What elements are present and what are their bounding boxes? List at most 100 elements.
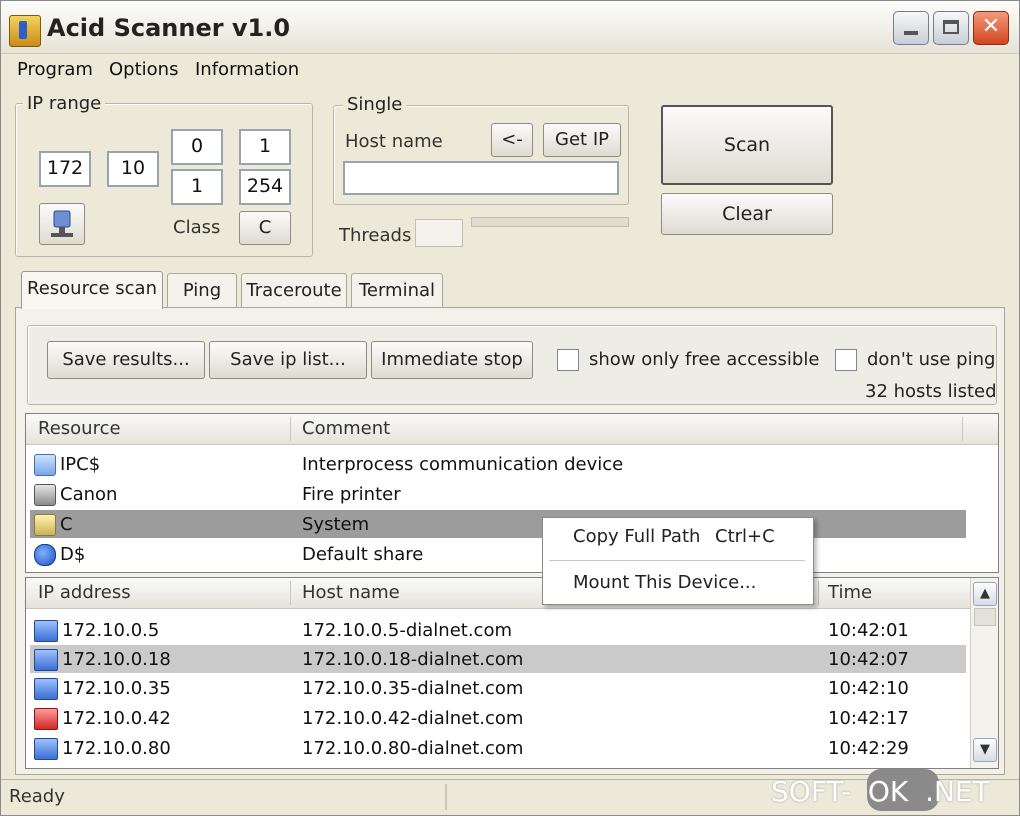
ipc-icon: [34, 454, 56, 476]
menu-information[interactable]: Information: [195, 59, 299, 80]
ip-octet4-end-input[interactable]: 254: [239, 169, 291, 205]
app-icon: [9, 15, 41, 47]
col-ip-address[interactable]: IP address: [38, 582, 131, 603]
resource-comment: Fire printer: [302, 484, 401, 505]
ip-range-tool-button[interactable]: [39, 203, 85, 245]
host-ip: 172.10.0.80: [62, 738, 171, 759]
maximize-button[interactable]: [933, 11, 969, 45]
immediate-stop-button[interactable]: Immediate stop: [371, 341, 533, 379]
host-ip: 172.10.0.5: [62, 620, 160, 641]
close-button[interactable]: ✕: [973, 11, 1009, 45]
col-comment[interactable]: Comment: [302, 418, 390, 439]
host-alert-icon: [34, 708, 58, 730]
scroll-down-button[interactable]: ▼: [973, 738, 997, 762]
host-arrow-button[interactable]: <-: [491, 123, 533, 157]
host-time: 10:42:07: [828, 649, 909, 670]
col-separator[interactable]: [290, 417, 291, 441]
host-ip: 172.10.0.35: [62, 678, 171, 699]
host-time: 10:42:29: [828, 738, 909, 759]
host-time: 10:42:01: [828, 620, 909, 641]
hosts-count: 32 hosts listed: [865, 381, 997, 402]
minimize-icon: [904, 31, 918, 35]
get-ip-button[interactable]: Get IP: [543, 123, 621, 157]
host-icon: [34, 620, 58, 642]
tab-resource-scan[interactable]: Resource scan: [21, 271, 163, 309]
host-row[interactable]: 172.10.0.80 172.10.0.80-dialnet.com 10:4…: [30, 734, 966, 762]
context-separator: [549, 560, 805, 561]
resource-row[interactable]: Canon Fire printer: [30, 480, 966, 508]
resource-comment: System: [302, 514, 370, 535]
context-mount-device[interactable]: Mount This Device...: [573, 572, 756, 593]
watermark: SOFT- OK .NET: [771, 775, 990, 808]
tab-ping[interactable]: Ping: [167, 273, 237, 307]
scroll-thumb[interactable]: [974, 608, 996, 626]
scan-button[interactable]: Scan: [661, 105, 833, 185]
resource-comment: Interprocess communication device: [302, 454, 624, 475]
host-ip: 172.10.0.42: [62, 708, 171, 729]
dont-use-ping-checkbox[interactable]: [835, 349, 857, 371]
threads-input[interactable]: [415, 219, 463, 247]
host-name-label: Host name: [345, 131, 443, 152]
host-row[interactable]: 172.10.0.42 172.10.0.42-dialnet.com 10:4…: [30, 704, 966, 732]
title-bar[interactable]: Acid Scanner v1.0 ✕: [1, 1, 1019, 54]
show-only-free-checkbox[interactable]: [557, 349, 579, 371]
resource-row[interactable]: IPC$ Interprocess communication device: [30, 450, 966, 478]
save-results-button[interactable]: Save results...: [47, 341, 205, 379]
watermark-left: SOFT-: [771, 775, 852, 808]
resource-comment: Default share: [302, 544, 424, 565]
col-separator[interactable]: [818, 581, 819, 605]
resource-row-selected[interactable]: C System: [30, 510, 966, 538]
ip-octet3-end-input[interactable]: 1: [171, 169, 223, 205]
host-icon: [34, 738, 58, 760]
host-time: 10:42:10: [828, 678, 909, 699]
share-icon: [34, 544, 56, 566]
clear-button[interactable]: Clear: [661, 193, 833, 235]
ip-octet4-start-input[interactable]: 1: [239, 129, 291, 165]
host-icon: [34, 649, 58, 671]
tab-terminal[interactable]: Terminal: [351, 273, 443, 307]
menu-bar: Program Options Information: [1, 53, 1019, 87]
dont-use-ping-label: don't use ping: [867, 349, 996, 370]
ip-octet1-input[interactable]: 172: [39, 151, 91, 187]
host-name: 172.10.0.5-dialnet.com: [302, 620, 512, 641]
col-separator[interactable]: [962, 417, 963, 441]
resource-list[interactable]: Resource Comment IPC$ Interprocess commu…: [25, 413, 999, 573]
resource-list-header: Resource Comment: [26, 414, 998, 445]
menu-options[interactable]: Options: [109, 59, 178, 80]
host-name: 172.10.0.42-dialnet.com: [302, 708, 524, 729]
host-name: 172.10.0.80-dialnet.com: [302, 738, 524, 759]
col-host-name[interactable]: Host name: [302, 582, 400, 603]
host-row[interactable]: 172.10.0.5 172.10.0.5-dialnet.com 10:42:…: [30, 616, 966, 644]
minimize-button[interactable]: [893, 11, 929, 45]
hosts-list-header: IP address Host name Time: [26, 578, 970, 609]
show-only-free-label: show only free accessible: [589, 349, 820, 370]
status-text: Ready: [9, 786, 65, 807]
threads-slider[interactable]: [471, 217, 629, 227]
resource-name: Canon: [60, 484, 118, 505]
host-time: 10:42:17: [828, 708, 909, 729]
ip-octet3-start-input[interactable]: 0: [171, 129, 223, 165]
ip-octet2-input[interactable]: 10: [107, 151, 159, 187]
network-icon: [51, 210, 73, 237]
host-name: 172.10.0.35-dialnet.com: [302, 678, 524, 699]
ip-range-label: IP range: [23, 93, 106, 114]
hosts-list[interactable]: IP address Host name Time 172.10.0.5 172…: [25, 577, 999, 769]
host-row-selected[interactable]: 172.10.0.18 172.10.0.18-dialnet.com 10:4…: [30, 645, 966, 673]
watermark-ok: OK: [867, 775, 909, 808]
resource-name: C: [60, 514, 73, 535]
host-name-input[interactable]: [343, 161, 619, 195]
col-resource[interactable]: Resource: [38, 418, 121, 439]
class-select-button[interactable]: C: [239, 211, 291, 245]
scroll-up-button[interactable]: ▲: [973, 582, 997, 606]
context-copy-full-path[interactable]: Copy Full Path: [573, 526, 700, 547]
col-separator[interactable]: [290, 581, 291, 605]
resource-row[interactable]: D$ Default share: [30, 540, 966, 568]
hosts-scrollbar[interactable]: ▲ ▼: [970, 578, 998, 768]
save-ip-list-button[interactable]: Save ip list...: [209, 341, 367, 379]
host-row[interactable]: 172.10.0.35 172.10.0.35-dialnet.com 10:4…: [30, 674, 966, 702]
tab-traceroute[interactable]: Traceroute: [241, 273, 347, 307]
col-time[interactable]: Time: [828, 582, 872, 603]
resource-name: D$: [60, 544, 86, 565]
resource-name: IPC$: [60, 454, 101, 475]
menu-program[interactable]: Program: [17, 59, 93, 80]
